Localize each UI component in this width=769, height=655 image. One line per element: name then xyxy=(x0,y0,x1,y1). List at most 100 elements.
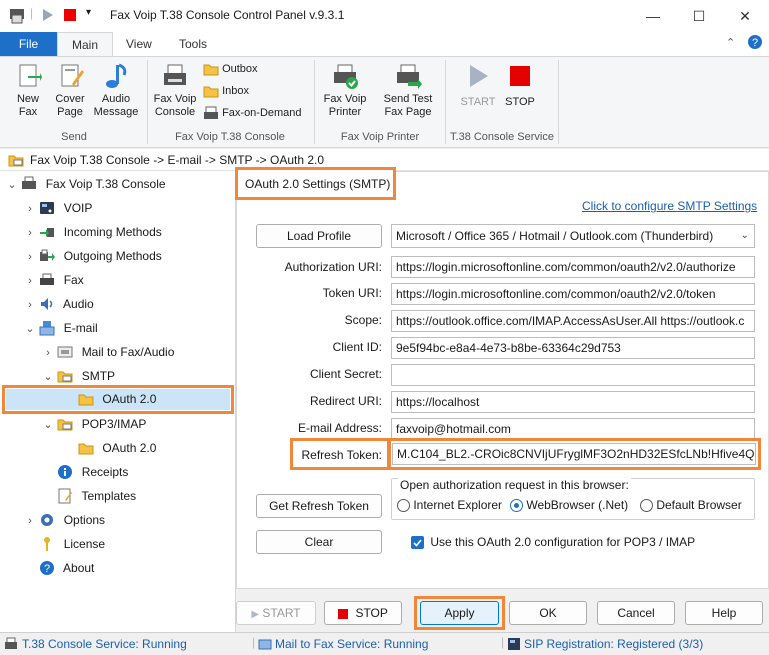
tree-item-outgoing-methods[interactable]: › Outgoing Methods xyxy=(24,244,162,268)
redirect-uri-label: Redirect URI: xyxy=(309,394,382,408)
new-fax-button[interactable]: New Fax xyxy=(6,62,50,119)
tree-item-incoming-methods[interactable]: › Incoming Methods xyxy=(24,220,162,244)
folder-key-icon xyxy=(78,440,94,456)
tree-item-audio[interactable]: › Audio xyxy=(24,292,94,316)
fax-icon xyxy=(39,272,55,288)
tree-item-smtp-oauth[interactable]: OAuth 2.0 xyxy=(78,387,156,411)
svg-text:?: ? xyxy=(752,37,758,49)
use-for-pop3-checkbox[interactable]: Use this OAuth 2.0 configuration for POP… xyxy=(411,535,695,550)
key-icon xyxy=(39,536,55,552)
group-label-printer: Fax Voip Printer xyxy=(340,131,420,143)
configure-smtp-link[interactable]: Click to configure SMTP Settings xyxy=(582,199,757,213)
authorization-uri-input[interactable]: https://login.microsoftonline.com/common… xyxy=(391,256,755,278)
minimize-button[interactable]: — xyxy=(630,0,676,32)
send-test-fax-page-button[interactable]: Send Test Fax Page xyxy=(378,62,438,119)
status-service[interactable]: T.38 Console Service: Running xyxy=(22,637,187,651)
email-address-input[interactable]: faxvoip@hotmail.com xyxy=(391,418,755,440)
tab-tools[interactable]: Tools xyxy=(165,32,221,56)
tab-file[interactable]: File xyxy=(0,32,57,56)
group-label-send: Send xyxy=(61,131,87,143)
ok-button[interactable]: OK xyxy=(509,601,587,625)
authorization-uri-label: Authorization URI: xyxy=(284,260,382,274)
radio-internet-explorer[interactable]: Internet Explorer xyxy=(397,498,502,513)
chevron-down-icon: ⌄ xyxy=(43,419,53,431)
get-refresh-token-button[interactable]: Get Refresh Token xyxy=(256,494,382,518)
play-icon xyxy=(464,62,492,90)
ribbon-stop-button[interactable]: STOP xyxy=(500,62,540,109)
clear-button[interactable]: Clear xyxy=(256,530,382,554)
quick-access-dropdown-icon[interactable]: ▾ xyxy=(86,7,91,18)
play-icon[interactable] xyxy=(42,8,54,25)
fax-on-demand-button[interactable]: Fax-on-Demand xyxy=(203,106,302,120)
group-label-service: T.38 Console Service xyxy=(450,131,554,143)
folder-icon xyxy=(203,64,219,76)
chevron-right-icon: › xyxy=(46,347,50,359)
audio-message-button[interactable]: Audio Message xyxy=(92,62,140,119)
tree-item-fax[interactable]: › Fax xyxy=(24,268,84,292)
tree-item-mail-to-fax[interactable]: › Mail to Fax/Audio xyxy=(42,340,174,364)
tree-item-receipts[interactable]: Receipts xyxy=(42,460,128,484)
cover-page-button[interactable]: Cover Page xyxy=(50,62,90,119)
tab-view[interactable]: View xyxy=(112,32,166,56)
tab-main[interactable]: Main xyxy=(57,32,114,56)
token-uri-input[interactable]: https://login.microsoftonline.com/common… xyxy=(391,283,755,305)
redirect-uri-input[interactable]: https://localhost xyxy=(391,391,755,413)
info-icon xyxy=(57,464,73,480)
mail-fax-icon xyxy=(57,344,73,360)
cancel-button[interactable]: Cancel xyxy=(597,601,675,625)
tree-item-about[interactable]: ? About xyxy=(24,556,94,580)
profile-select[interactable]: Microsoft / Office 365 / Hotmail / Outlo… xyxy=(391,224,755,248)
fax-voip-printer-button[interactable]: Fax Voip Printer xyxy=(320,62,370,119)
fax-machine-icon xyxy=(161,62,189,90)
fax-console-icon xyxy=(4,637,18,654)
chevron-right-icon: › xyxy=(28,515,32,527)
folder-mail-icon xyxy=(57,416,73,432)
group-label-console: Fax Voip T.38 Console xyxy=(175,131,285,143)
tree-item-voip[interactable]: › VOIP xyxy=(24,196,92,220)
footer-start-button[interactable]: ▶ START xyxy=(236,601,316,625)
folder-key-icon xyxy=(78,391,94,407)
client-id-input[interactable]: 9e5f94bc-e8a4-4e73-b8be-63364c29d753 xyxy=(391,337,755,359)
tree-item-pop3-oauth[interactable]: OAuth 2.0 xyxy=(78,436,156,460)
help-icon[interactable]: ? xyxy=(747,34,763,53)
new-fax-icon xyxy=(14,62,42,90)
tree-item-options[interactable]: › Options xyxy=(24,508,105,532)
close-button[interactable]: ✕ xyxy=(722,0,768,32)
load-profile-button[interactable]: Load Profile xyxy=(256,224,382,248)
fax-voip-console-button[interactable]: Fax Voip Console xyxy=(151,62,199,119)
scope-input[interactable]: https://outlook.office.com/IMAP.AccessAs… xyxy=(391,310,755,332)
refresh-token-input[interactable]: M.C104_BL2.-CROic8CNVIjUFryglMF3O2nHD32E… xyxy=(392,443,756,465)
printer-send-icon xyxy=(394,62,422,90)
chevron-right-icon: › xyxy=(28,227,32,239)
tree-item-root[interactable]: ⌄ Fax Voip T.38 Console xyxy=(6,172,166,196)
folder-mail-icon xyxy=(57,368,73,384)
ribbon-start-button[interactable]: START xyxy=(458,62,498,109)
radio-webbrowser-net[interactable]: WebBrowser (.Net) xyxy=(510,498,628,513)
tree-item-templates[interactable]: Templates xyxy=(42,484,136,508)
client-secret-input[interactable] xyxy=(391,364,755,386)
apply-button[interactable]: Apply xyxy=(420,601,499,625)
inbox-button[interactable]: Inbox xyxy=(203,84,249,98)
footer-stop-button[interactable]: STOP xyxy=(324,601,402,625)
status-mail-to-fax[interactable]: Mail to Fax Service: Running xyxy=(275,637,428,651)
fax-console-icon xyxy=(21,176,37,192)
tree-item-license[interactable]: License xyxy=(24,532,105,556)
scope-label: Scope: xyxy=(344,313,382,327)
stop-icon[interactable] xyxy=(64,9,76,24)
chevron-down-icon: ⌄ xyxy=(25,323,35,335)
browser-group-label: Open authorization request in this brows… xyxy=(398,478,631,492)
collapse-ribbon-icon[interactable]: ⌃ xyxy=(726,36,735,49)
gear-icon xyxy=(39,512,55,528)
client-id-label: Client ID: xyxy=(332,340,382,354)
folder-mail-icon xyxy=(8,152,24,171)
play-icon: ▶ xyxy=(251,609,260,620)
tree-item-pop3-imap[interactable]: ⌄ POP3/IMAP xyxy=(42,412,146,436)
help-button[interactable]: Help xyxy=(685,601,763,625)
apply-highlight: Apply xyxy=(414,596,505,630)
maximize-button[interactable]: ☐ xyxy=(676,0,722,32)
status-sip[interactable]: SIP Registration: Registered (3/3) xyxy=(524,637,703,651)
refresh-token-label: Refresh Token: xyxy=(301,448,383,462)
radio-default-browser[interactable]: Default Browser xyxy=(640,498,742,513)
outbox-button[interactable]: Outbox xyxy=(203,62,258,76)
tree-item-email[interactable]: ⌄ E-mail xyxy=(24,316,98,340)
